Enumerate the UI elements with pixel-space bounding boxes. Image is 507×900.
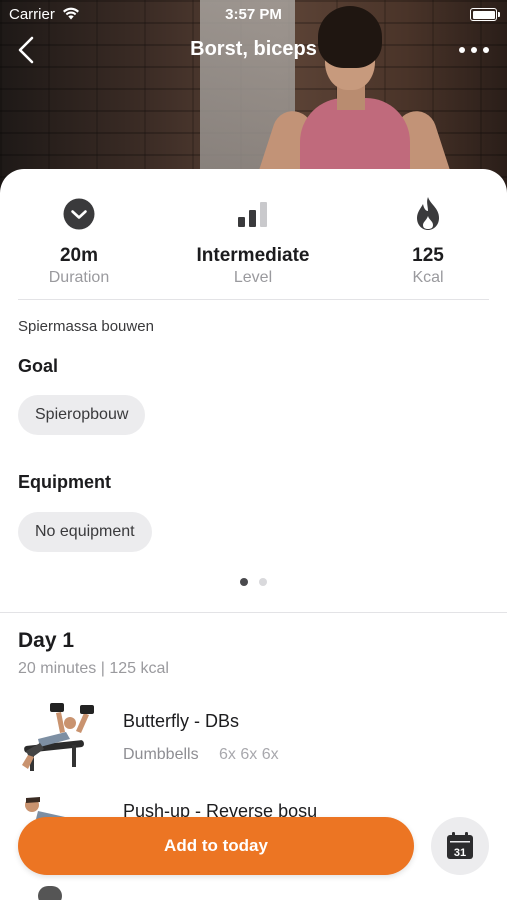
stat-duration: 20m Duration — [0, 195, 164, 287]
content-sheet: 20m Duration Intermediate Level 125 Kcal… — [0, 169, 507, 900]
more-dot — [471, 47, 477, 53]
day-meta: 20 minutes | 125 kcal — [18, 660, 169, 677]
stat-label: Level — [233, 269, 273, 286]
equipment-chip[interactable]: No equipment — [18, 512, 152, 552]
page-title: Borst, biceps — [190, 38, 317, 60]
add-to-today-button[interactable]: Add to today — [18, 817, 414, 875]
battery-icon — [470, 8, 500, 21]
exercise-equipment: Dumbbells — [123, 746, 199, 763]
app-screen: Carrier 3:57 PM Borst, biceps 20m Durati… — [0, 0, 507, 900]
stat-value: 20m — [59, 245, 99, 266]
page-indicator[interactable] — [0, 578, 507, 586]
page-dot-active[interactable] — [240, 578, 248, 586]
stat-value: 125 — [412, 245, 444, 266]
level-bars-icon — [238, 202, 267, 227]
section-divider — [0, 612, 507, 613]
day-title: Day 1 — [18, 629, 75, 652]
clock-time: 3:57 PM — [225, 6, 282, 23]
clock-icon — [63, 198, 95, 230]
calendar-button[interactable]: 31 — [431, 817, 489, 875]
calendar-icon: 31 — [447, 832, 473, 859]
exercise-sets: 6x 6x 6x — [219, 746, 279, 763]
status-bar: Carrier 3:57 PM — [0, 0, 507, 30]
exercise-thumb-peek — [38, 886, 62, 900]
stat-label: Duration — [48, 269, 110, 286]
goal-chip[interactable]: Spieropbouw — [18, 395, 146, 435]
stat-kcal: 125 Kcal — [343, 195, 507, 287]
exercise-name: Butterfly - DBs — [123, 711, 240, 731]
flame-icon — [417, 197, 439, 230]
stats-divider — [18, 299, 489, 300]
more-dot — [483, 47, 489, 53]
workout-description: Spiermassa bouwen — [18, 318, 154, 335]
goal-title: Goal — [18, 356, 59, 376]
more-options-button[interactable] — [459, 40, 489, 60]
exercise-item[interactable]: Butterfly - DBs Dumbbells 6x 6x 6x — [0, 699, 507, 789]
more-dot — [459, 47, 465, 53]
stat-level: Intermediate Level — [168, 195, 338, 287]
stat-label: Kcal — [412, 269, 444, 286]
stats-row: 20m Duration Intermediate Level 125 Kcal — [0, 169, 507, 299]
stat-value: Intermediate — [196, 245, 310, 266]
calendar-day: 31 — [454, 847, 466, 859]
bench-press-illustration — [22, 703, 94, 771]
page-dot[interactable] — [259, 578, 267, 586]
equipment-title: Equipment — [18, 472, 111, 492]
